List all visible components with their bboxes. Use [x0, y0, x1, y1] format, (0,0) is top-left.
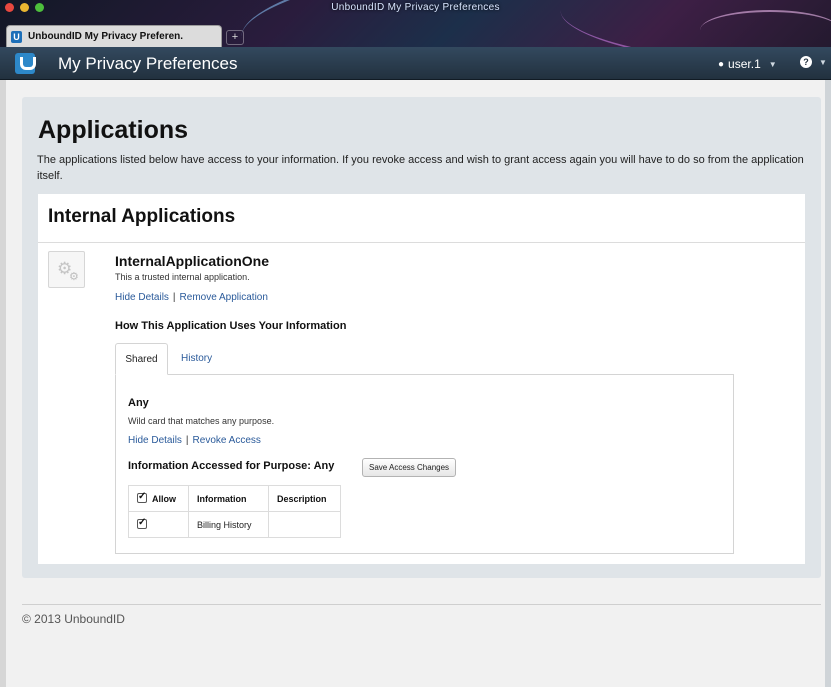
usage-heading: How This Application Uses Your Informati… [115, 320, 347, 332]
page-title: Applications [38, 116, 189, 144]
tab-history[interactable]: History [181, 343, 212, 375]
page-description: The applications listed below have acces… [37, 154, 804, 182]
footer-divider [22, 604, 821, 605]
purpose-name: Any [128, 397, 149, 409]
help-icon: ? [800, 56, 812, 68]
column-header-allow: Allow [128, 485, 189, 512]
select-all-checkbox[interactable] [137, 491, 147, 503]
link-separator: | [185, 435, 189, 446]
table-row: Billing History [128, 511, 341, 538]
user-name: user.1 [728, 57, 761, 71]
access-heading: Information Accessed for Purpose: Any [128, 460, 335, 472]
description-cell [268, 511, 341, 538]
gears-icon: ⚙ ⚙ [48, 251, 85, 288]
chevron-down-icon: ▼ [819, 57, 827, 67]
browser-tab[interactable]: U UnboundID My Privacy Preferen... [6, 25, 222, 47]
purpose-description: Wild card that matches any purpose. [128, 416, 275, 426]
link-separator: | [172, 292, 176, 303]
section-title: Internal Applications [48, 206, 236, 227]
divider [38, 242, 805, 243]
purpose-actions: Hide Details | Revoke Access [128, 435, 261, 446]
save-access-changes-button[interactable]: Save Access Changes [362, 458, 457, 477]
favicon-icon: U [11, 30, 22, 43]
allow-checkbox[interactable] [137, 517, 147, 529]
user-icon: ● [718, 58, 725, 70]
hide-details-link[interactable]: Hide Details [128, 435, 182, 446]
tab-shared[interactable]: Shared [115, 343, 168, 375]
allow-cell [128, 511, 189, 538]
browser-tab-title: UnboundID My Privacy Preferen... [28, 31, 183, 42]
information-table: Allow Information Description Billing Hi… [128, 485, 341, 538]
new-tab-button[interactable]: + [226, 30, 244, 45]
help-menu[interactable]: ? ▼ [800, 56, 827, 68]
background-swirl [700, 10, 831, 47]
column-header-description: Description [268, 485, 341, 512]
column-header-information: Information [188, 485, 269, 512]
hide-details-link[interactable]: Hide Details [115, 292, 169, 303]
brand-logo-icon[interactable] [15, 53, 36, 74]
browser-chrome: UnboundID My Privacy Preferences U Unbou… [0, 0, 831, 47]
application-actions: Hide Details | Remove Application [115, 292, 268, 303]
column-header-label: Allow [152, 494, 176, 504]
navbar: My Privacy Preferences ● user.1 ▼ ? ▼ [0, 47, 831, 80]
scrollbar-track[interactable] [825, 80, 831, 687]
table-header-row: Allow Information Description [128, 485, 341, 512]
revoke-access-link[interactable]: Revoke Access [193, 435, 261, 446]
gear-icon: ⚙ [69, 271, 79, 283]
window-edge [0, 80, 6, 687]
information-cell: Billing History [188, 511, 269, 538]
chevron-down-icon: ▼ [768, 59, 777, 69]
user-menu[interactable]: ● user.1 ▼ [718, 57, 777, 71]
application-description: This a trusted internal application. [115, 272, 250, 282]
window-title: UnboundID My Privacy Preferences [331, 2, 500, 13]
brand-name[interactable]: My Privacy Preferences [58, 54, 238, 74]
application-name: InternalApplicationOne [115, 253, 270, 269]
footer-copyright: © 2013 UnboundID [22, 612, 125, 626]
remove-application-link[interactable]: Remove Application [180, 292, 268, 303]
